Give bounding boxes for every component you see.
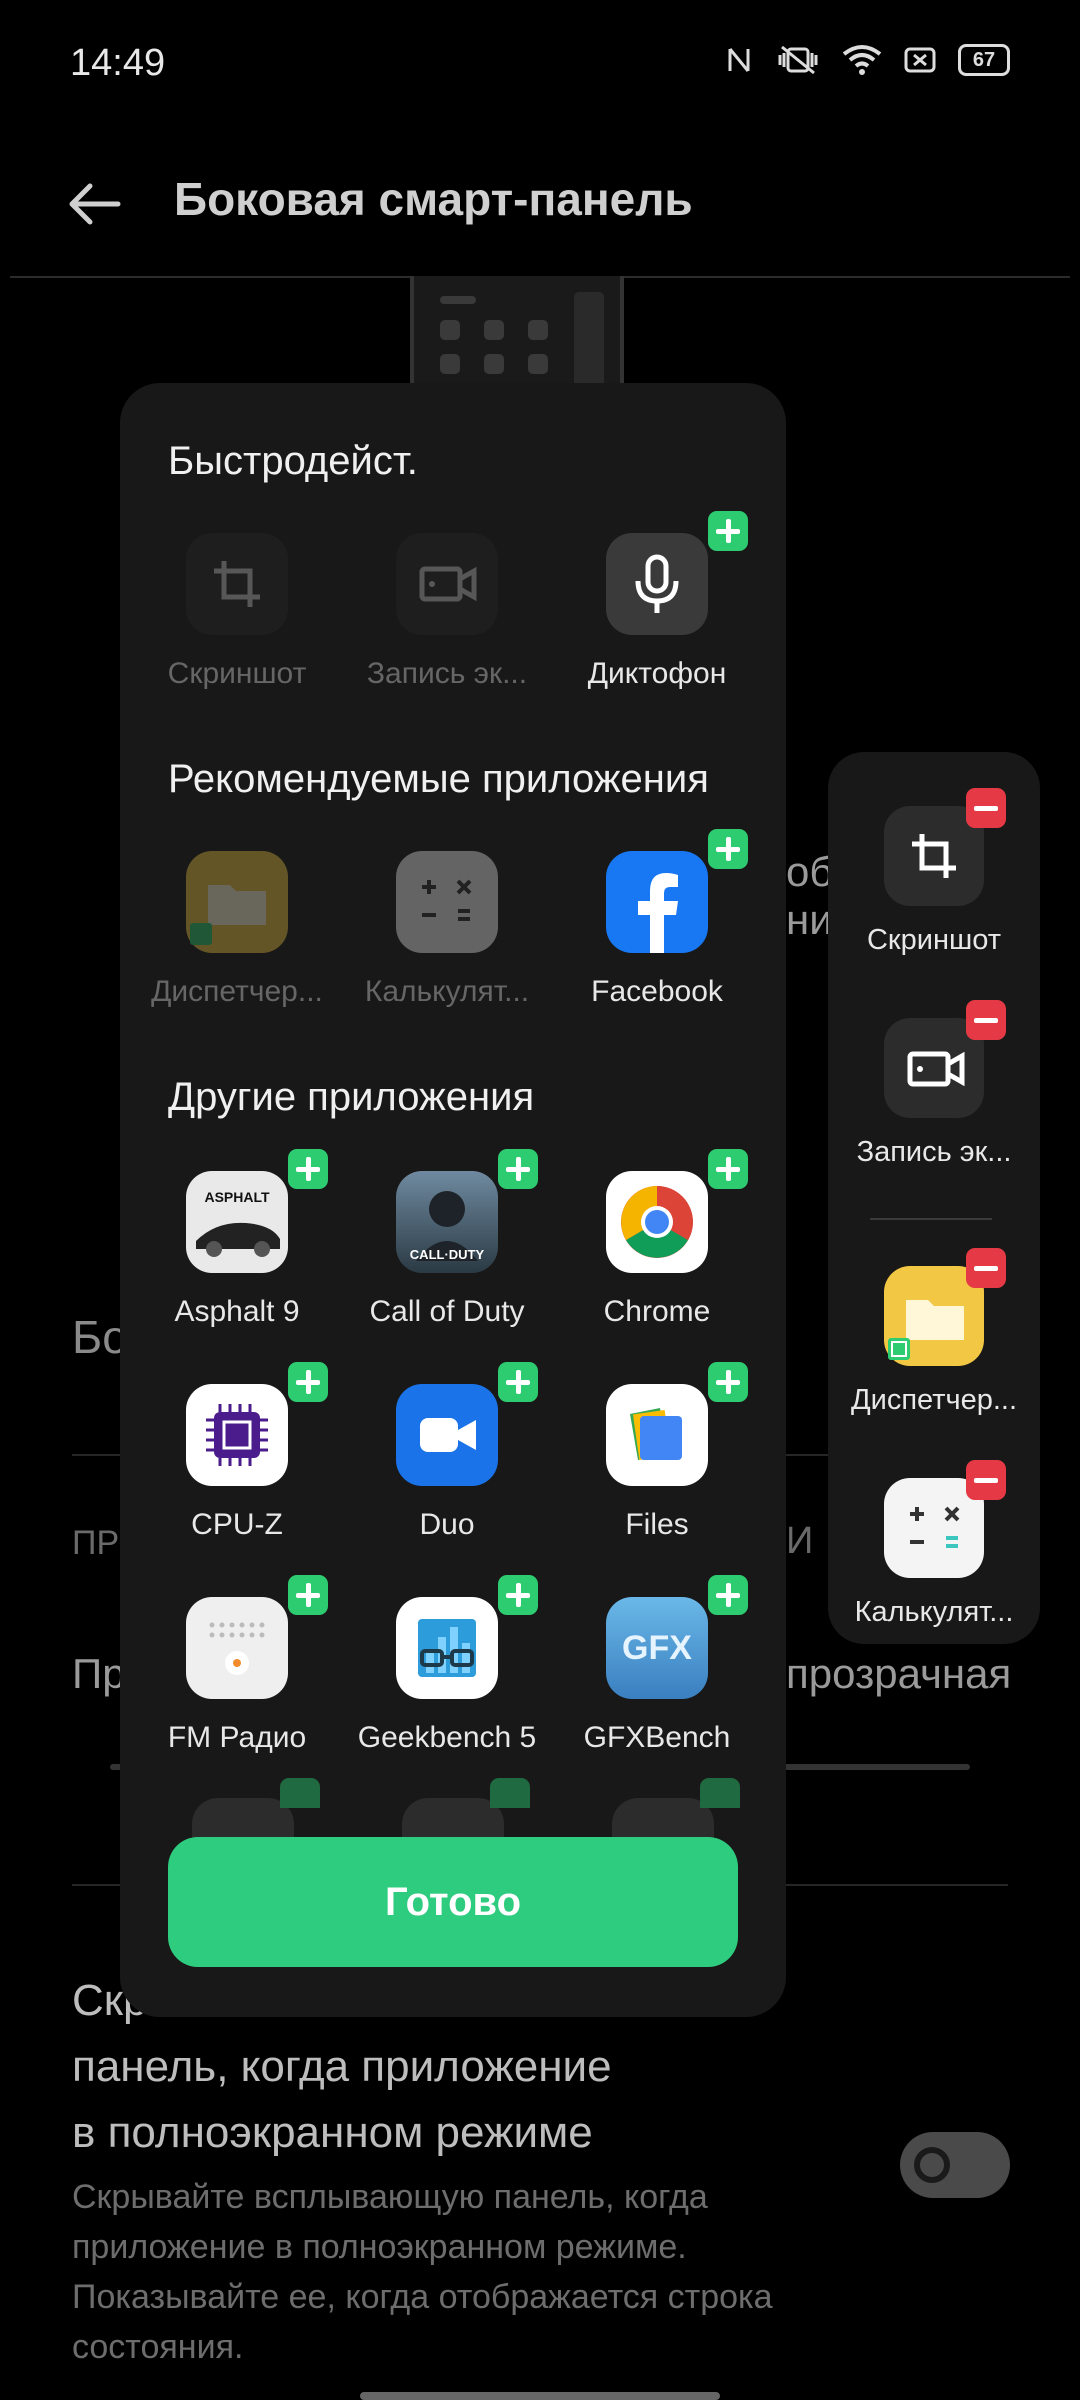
app-label: Скриншот — [866, 924, 1001, 956]
recommended-app-file-manager[interactable]: Диспетчер... — [132, 851, 342, 1009]
app-label: Call of Duty — [369, 1295, 525, 1328]
app-label: FM Радио — [167, 1721, 307, 1754]
add-badge-icon[interactable] — [498, 1575, 538, 1615]
remove-badge-icon[interactable] — [966, 1248, 1006, 1288]
file-manager-icon — [186, 851, 288, 953]
sidebar-item-screen-record[interactable]: Запись эк... — [828, 1000, 1040, 1169]
cpu-z-icon — [186, 1362, 328, 1486]
app-label: Диспетчер... — [850, 1384, 1018, 1416]
app-label: Диктофон — [587, 657, 727, 690]
app-label: Калькулят... — [364, 975, 530, 1008]
sidebar-divider — [870, 1218, 992, 1220]
app-label: Geekbench 5 — [357, 1721, 537, 1754]
app-label: Скриншот — [167, 657, 307, 690]
sidebar-item-file-manager[interactable]: Диспетчер... — [828, 1248, 1040, 1417]
facebook-icon — [606, 829, 748, 953]
chrome-icon — [606, 1149, 748, 1273]
quick-action-screen-record[interactable]: Запись эк... — [342, 533, 552, 691]
add-badge-icon[interactable] — [498, 1149, 538, 1189]
quick-action-screenshot[interactable]: Скриншот — [132, 533, 342, 691]
other-app-chrome[interactable]: Chrome — [552, 1149, 762, 1329]
other-app-call-of-duty[interactable]: CALL·DUTY Call of Duty — [342, 1149, 552, 1329]
vibrate-icon — [776, 45, 820, 75]
quick-action-recorder[interactable]: Диктофон — [552, 511, 762, 691]
app-label: Chrome — [603, 1295, 711, 1328]
add-badge-icon[interactable] — [288, 1575, 328, 1615]
geekbench-icon — [396, 1575, 538, 1699]
calculator-icon — [396, 851, 498, 953]
add-badge-icon[interactable] — [498, 1362, 538, 1402]
other-app-geekbench[interactable]: Geekbench 5 — [342, 1575, 552, 1755]
bg-caps-label: ПР — [72, 1524, 120, 1562]
status-icons: 67 — [724, 44, 1010, 76]
app-label: Запись эк... — [856, 1136, 1012, 1168]
fm-radio-icon — [186, 1575, 328, 1699]
fullscreen-hide-title: панель, когда приложение — [72, 2042, 612, 2091]
bg-option-right: прозрачная — [786, 1650, 1012, 1697]
sidebar-item-calculator[interactable]: Калькулят... — [828, 1460, 1040, 1629]
add-badge-icon[interactable] — [708, 829, 748, 869]
app-label: Asphalt 9 — [174, 1295, 300, 1328]
add-badge-icon[interactable] — [288, 1149, 328, 1189]
done-button[interactable]: Готово — [168, 1837, 738, 1967]
add-badge-icon[interactable] — [708, 1575, 748, 1615]
back-arrow-icon[interactable] — [64, 174, 124, 234]
app-label: Files — [625, 1508, 689, 1541]
app-label: GFXBench — [583, 1721, 731, 1754]
battery-icon: 67 — [958, 44, 1010, 76]
crop-icon — [884, 788, 1006, 906]
nfc-icon — [724, 45, 754, 75]
other-app-cpu-z[interactable]: CPU-Z — [132, 1362, 342, 1542]
quick-actions-title: Быстродейст. — [168, 439, 418, 483]
gfxbench-icon: GFX — [606, 1575, 748, 1699]
remove-badge-icon[interactable] — [966, 1460, 1006, 1500]
home-indicator[interactable] — [360, 2392, 720, 2400]
smart-sidebar-preview: Скриншот Запись эк... Диспетчер... Кальк… — [828, 752, 1040, 1644]
fullscreen-hide-title: в полноэкранном режиме — [72, 2108, 593, 2157]
app-label: Facebook — [591, 975, 723, 1008]
screen-record-icon — [884, 1000, 1006, 1118]
status-time: 14:49 — [70, 42, 166, 84]
app-label: Диспетчер... — [151, 975, 323, 1008]
sim-off-icon — [904, 45, 936, 75]
screen-record-icon — [396, 533, 498, 635]
app-label: CPU-Z — [191, 1508, 283, 1541]
crop-icon — [186, 533, 288, 635]
other-apps-title: Другие приложения — [168, 1075, 535, 1119]
recommended-app-calculator[interactable]: Калькулят... — [342, 851, 552, 1009]
bg-option-left: Пр — [72, 1650, 126, 1697]
remove-badge-icon[interactable] — [966, 788, 1006, 828]
file-manager-icon — [884, 1248, 1006, 1366]
sidebar-item-screenshot[interactable]: Скриншот — [828, 788, 1040, 957]
recommended-app-facebook[interactable]: Facebook — [552, 829, 762, 1009]
page-title: Боковая смарт-панель — [174, 173, 693, 225]
microphone-icon — [606, 511, 748, 635]
app-label: Запись эк... — [366, 657, 528, 690]
duo-icon — [396, 1362, 538, 1486]
add-badge-icon[interactable] — [708, 1149, 748, 1189]
next-row-cropped — [120, 1778, 786, 1838]
files-icon — [606, 1362, 748, 1486]
remove-badge-icon[interactable] — [966, 1000, 1006, 1040]
other-app-files[interactable]: Files — [552, 1362, 762, 1542]
call-of-duty-icon: CALL·DUTY — [396, 1149, 538, 1273]
other-app-duo[interactable]: Duo — [342, 1362, 552, 1542]
app-picker-panel: Быстродейст. Скриншот Запись эк... Дикто… — [120, 383, 786, 2017]
calculator-icon — [884, 1460, 1006, 1578]
other-app-asphalt[interactable]: ASPHALT Asphalt 9 — [132, 1149, 342, 1329]
add-badge-icon[interactable] — [708, 511, 748, 551]
bg-caps-label: И — [786, 1520, 814, 1562]
fullscreen-hide-description: Скрывайте всплывающую панель, когда прил… — [72, 2178, 773, 2366]
asphalt-icon: ASPHALT — [186, 1149, 328, 1273]
fullscreen-hide-toggle[interactable] — [900, 2132, 1010, 2198]
add-badge-icon[interactable] — [708, 1362, 748, 1402]
recommended-apps-title: Рекомендуемые приложения — [168, 757, 709, 801]
other-app-fm-radio[interactable]: FM Радио — [132, 1575, 342, 1755]
wifi-icon — [842, 44, 882, 76]
app-label: Калькулят... — [854, 1596, 1014, 1628]
app-label: Duo — [419, 1508, 475, 1541]
add-badge-icon[interactable] — [288, 1362, 328, 1402]
other-app-gfxbench[interactable]: GFX GFXBench — [552, 1575, 762, 1755]
